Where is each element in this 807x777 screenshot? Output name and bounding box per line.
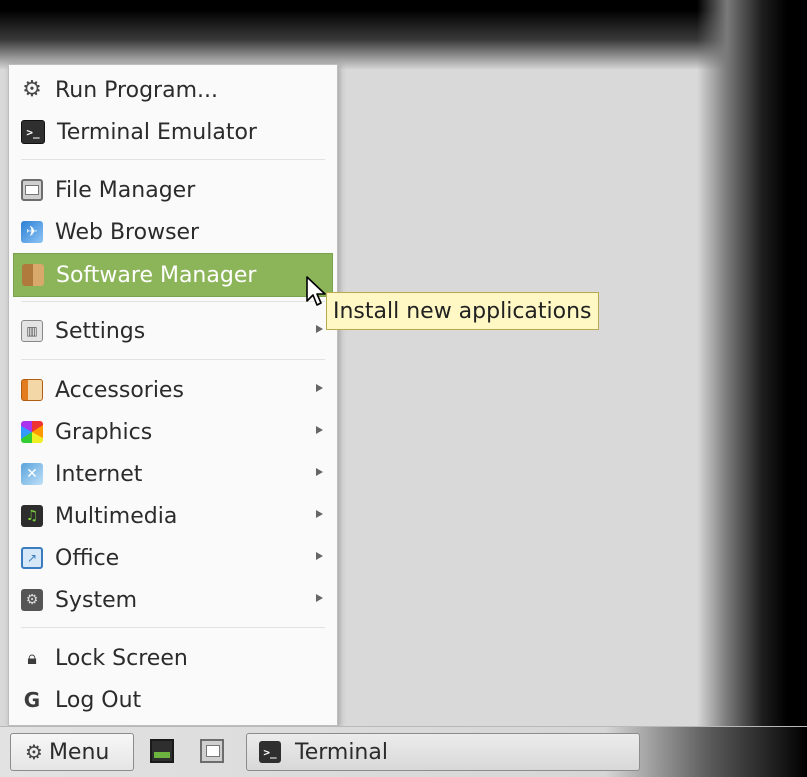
menu-item-file-manager[interactable]: File Manager (9, 169, 337, 211)
menu-item-label: Web Browser (55, 219, 200, 245)
menu-item-system[interactable]: ⚙ System (9, 579, 337, 621)
lock-icon: 🔒︎ (27, 647, 37, 669)
menu-item-label: System (55, 587, 138, 613)
terminal-launcher-icon[interactable] (150, 739, 174, 763)
menu-item-label: Office (55, 545, 120, 571)
menu-separator (21, 159, 325, 160)
application-menu: ⚙ Run Program... >_ Terminal Emulator Fi… (8, 64, 338, 726)
menu-item-terminal-emulator[interactable]: >_ Terminal Emulator (9, 111, 337, 153)
menu-separator (21, 359, 325, 360)
menu-item-label: Multimedia (55, 503, 178, 529)
web-browser-icon: ✈ (21, 221, 43, 243)
menu-separator (21, 301, 325, 302)
menu-item-graphics[interactable]: Graphics (9, 411, 337, 453)
menu-item-log-out[interactable]: G Log Out (9, 679, 337, 721)
menu-item-accessories[interactable]: Accessories (9, 369, 337, 411)
taskbar-window-terminal[interactable]: >_ Terminal (246, 733, 640, 771)
menu-item-software-manager[interactable]: Software Manager (13, 253, 333, 297)
gear-icon: ⚙ (25, 740, 43, 764)
internet-icon: ✕ (21, 463, 43, 485)
software-manager-icon (22, 264, 44, 286)
submenu-arrow-icon (316, 384, 323, 392)
submenu-arrow-icon (316, 594, 323, 602)
menu-group-session: 🔒︎ Lock Screen G Log Out (9, 637, 337, 721)
menu-group-favorites: File Manager ✈ Web Browser Software Mana… (9, 169, 337, 297)
menu-item-label: Software Manager (56, 262, 257, 288)
menu-item-label: Lock Screen (55, 645, 188, 671)
menu-item-label: Terminal Emulator (57, 119, 257, 145)
menu-item-label: Run Program... (55, 77, 218, 103)
menu-group-settings: ▥ Settings (9, 310, 337, 352)
window-shadow-right (697, 0, 807, 776)
menu-group-actions: ⚙ Run Program... >_ Terminal Emulator (9, 69, 337, 153)
logout-icon: G (23, 688, 41, 712)
menu-item-label: Graphics (55, 419, 153, 445)
multimedia-icon: ♫ (21, 505, 43, 527)
menu-item-office[interactable]: ↗ Office (9, 537, 337, 579)
menu-item-run-program[interactable]: ⚙ Run Program... (9, 69, 337, 111)
gear-icon: ⚙ (22, 77, 42, 102)
menu-item-label: Accessories (55, 377, 184, 403)
menu-item-label: Log Out (55, 687, 142, 713)
file-manager-icon (21, 179, 43, 201)
menu-item-multimedia[interactable]: ♫ Multimedia (9, 495, 337, 537)
menu-item-label: Internet (55, 461, 143, 487)
mouse-pointer-icon (306, 276, 326, 306)
settings-icon: ▥ (21, 320, 43, 342)
system-icon: ⚙ (21, 589, 43, 611)
taskbar-window-label: Terminal (295, 739, 388, 765)
menu-item-settings[interactable]: ▥ Settings (9, 310, 337, 352)
menu-item-label: Settings (55, 318, 146, 344)
menu-item-label: File Manager (55, 177, 196, 203)
menu-separator (21, 627, 325, 628)
menu-button-label: Menu (48, 739, 110, 765)
graphics-icon (21, 421, 43, 443)
menu-group-categories: Accessories Graphics ✕ Internet ♫ Multim… (9, 369, 337, 621)
accessories-icon (21, 379, 43, 401)
menu-item-web-browser[interactable]: ✈ Web Browser (9, 211, 337, 253)
menu-item-internet[interactable]: ✕ Internet (9, 453, 337, 495)
office-icon: ↗ (21, 547, 43, 569)
terminal-icon: >_ (21, 120, 45, 144)
submenu-arrow-icon (316, 468, 323, 476)
menu-item-lock-screen[interactable]: 🔒︎ Lock Screen (9, 637, 337, 679)
submenu-arrow-icon (316, 510, 323, 518)
submenu-arrow-icon (316, 552, 323, 560)
file-manager-launcher-icon[interactable] (200, 739, 224, 763)
taskbar: ⚙ Menu >_ Terminal (0, 726, 807, 777)
submenu-arrow-icon (316, 325, 323, 333)
menu-button[interactable]: ⚙ Menu (10, 733, 134, 771)
submenu-arrow-icon (316, 426, 323, 434)
terminal-icon: >_ (259, 741, 281, 763)
tooltip: Install new applications (326, 292, 599, 330)
window-shadow-top (0, 0, 807, 70)
